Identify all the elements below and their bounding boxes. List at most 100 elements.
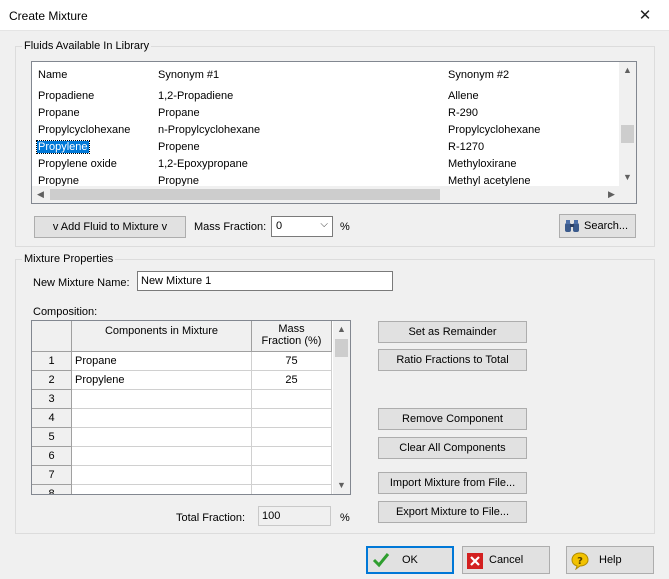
window-title: Create Mixture bbox=[9, 9, 88, 23]
scroll-left-icon[interactable]: ◀ bbox=[32, 189, 49, 200]
list-item-selected[interactable]: Propylene Propene R-1270 bbox=[32, 139, 620, 156]
grid-header-component[interactable]: Components in Mixture bbox=[72, 321, 252, 352]
mass-fraction-label: Mass Fraction: bbox=[194, 221, 267, 233]
grid-corner-header bbox=[32, 321, 72, 352]
row-number[interactable]: 7 bbox=[32, 466, 72, 485]
total-percent-unit: % bbox=[340, 512, 350, 524]
component-cell[interactable]: Propane bbox=[72, 352, 252, 371]
composition-grid[interactable]: Components in Mixture Mass Fraction (%) … bbox=[31, 320, 351, 495]
scroll-thumb[interactable] bbox=[335, 339, 348, 357]
fraction-cell[interactable] bbox=[252, 390, 332, 409]
fraction-cell[interactable] bbox=[252, 466, 332, 485]
component-cell[interactable] bbox=[72, 390, 252, 409]
row-number[interactable]: 3 bbox=[32, 390, 72, 409]
fluid-synonym-2: R-290 bbox=[448, 107, 478, 119]
fluid-synonym-2: Propylcyclohexane bbox=[448, 124, 541, 136]
row-number[interactable]: 4 bbox=[32, 409, 72, 428]
scroll-thumb[interactable] bbox=[621, 125, 634, 143]
fraction-cell[interactable]: 75 bbox=[252, 352, 332, 371]
component-cell[interactable]: Propylene bbox=[72, 371, 252, 390]
list-item[interactable]: Propylene oxide 1,2-Epoxypropane Methylo… bbox=[32, 156, 620, 173]
row-number[interactable]: 2 bbox=[32, 371, 72, 390]
fraction-cell[interactable] bbox=[252, 485, 332, 494]
fraction-cell[interactable]: 25 bbox=[252, 371, 332, 390]
mass-fraction-combo[interactable]: 0 ⌵ bbox=[271, 216, 333, 237]
total-fraction-field: 100 bbox=[258, 506, 331, 526]
column-header-synonym-1[interactable]: Synonym #1 bbox=[158, 69, 219, 81]
library-horizontal-scrollbar[interactable]: ◀ ▶ bbox=[32, 186, 620, 203]
total-fraction-label: Total Fraction: bbox=[176, 512, 246, 524]
clear-all-components-button[interactable]: Clear All Components bbox=[378, 437, 527, 459]
mixture-name-label: New Mixture Name: bbox=[33, 277, 130, 289]
remove-component-button[interactable]: Remove Component bbox=[378, 408, 527, 430]
grid-header-mass-line1: Mass bbox=[278, 323, 305, 335]
cancel-label: Cancel bbox=[489, 554, 524, 566]
scroll-down-icon[interactable]: ▼ bbox=[619, 172, 636, 182]
fluid-synonym-1: 1,2-Propadiene bbox=[158, 90, 234, 102]
list-item[interactable]: Propane Propane R-290 bbox=[32, 105, 620, 122]
fraction-cell[interactable] bbox=[252, 409, 332, 428]
library-vertical-scrollbar[interactable]: ▲ ▼ bbox=[619, 62, 636, 186]
binoculars-icon bbox=[565, 220, 579, 232]
fluid-name: Propane bbox=[38, 107, 80, 119]
component-cell[interactable] bbox=[72, 428, 252, 447]
component-cell[interactable] bbox=[72, 466, 252, 485]
row-number[interactable]: 6 bbox=[32, 447, 72, 466]
scroll-right-icon[interactable]: ▶ bbox=[603, 189, 620, 200]
fraction-cell[interactable] bbox=[252, 428, 332, 447]
scroll-up-icon[interactable]: ▲ bbox=[333, 324, 350, 334]
fluid-synonym-2: Allene bbox=[448, 90, 479, 102]
close-icon[interactable]: ✕ bbox=[630, 5, 660, 27]
cancel-x-icon bbox=[467, 553, 483, 569]
export-mixture-button[interactable]: Export Mixture to File... bbox=[378, 501, 527, 523]
mixture-group-label: Mixture Properties bbox=[24, 253, 114, 265]
search-button-label: Search... bbox=[584, 220, 629, 232]
row-number[interactable]: 1 bbox=[32, 352, 72, 371]
row-number[interactable]: 8 bbox=[32, 485, 72, 494]
help-button[interactable]: ? Help bbox=[566, 546, 654, 574]
chevron-down-icon[interactable]: ⌵ bbox=[320, 219, 328, 230]
import-mixture-button[interactable]: Import Mixture from File... bbox=[378, 472, 527, 494]
fluid-name: Propadiene bbox=[38, 90, 95, 102]
svg-text:?: ? bbox=[577, 556, 583, 567]
ok-label: OK bbox=[402, 554, 418, 566]
check-icon bbox=[372, 553, 390, 568]
fluid-synonym-1: 1,2-Epoxypropane bbox=[158, 158, 248, 170]
grid-vertical-scrollbar[interactable]: ▲ ▼ bbox=[333, 321, 350, 494]
percent-unit: % bbox=[340, 221, 350, 233]
column-header-synonym-2[interactable]: Synonym #2 bbox=[448, 69, 509, 81]
scroll-up-icon[interactable]: ▲ bbox=[619, 65, 636, 75]
column-header-name[interactable]: Name bbox=[38, 69, 67, 81]
library-list-header: Name Synonym #1 Synonym #2 bbox=[32, 62, 620, 88]
help-label: Help bbox=[599, 554, 622, 566]
scroll-down-icon[interactable]: ▼ bbox=[333, 480, 350, 490]
mixture-name-input[interactable]: New Mixture 1 bbox=[137, 271, 393, 291]
help-bubble-icon: ? bbox=[571, 552, 589, 570]
fluid-synonym-1: Propane bbox=[158, 107, 200, 119]
grid-header-mass-fraction[interactable]: Mass Fraction (%) bbox=[252, 321, 332, 352]
fluid-synonym-2: R-1270 bbox=[448, 141, 485, 153]
list-item[interactable]: Propylcyclohexane n-Propylcyclohexane Pr… bbox=[32, 122, 620, 139]
composition-label: Composition: bbox=[33, 306, 98, 318]
fraction-cell[interactable] bbox=[252, 447, 332, 466]
mixture-name-value: New Mixture 1 bbox=[141, 275, 212, 287]
fluid-library-list[interactable]: Name Synonym #1 Synonym #2 Propadiene 1,… bbox=[31, 61, 637, 204]
scroll-thumb[interactable] bbox=[50, 189, 440, 200]
component-cell[interactable] bbox=[72, 485, 252, 494]
grid-header-mass-line2: Fraction (%) bbox=[261, 335, 322, 347]
component-cell[interactable] bbox=[72, 409, 252, 428]
ok-button[interactable]: OK bbox=[366, 546, 454, 574]
scrollbar-corner bbox=[619, 186, 636, 203]
list-item[interactable]: Propadiene 1,2-Propadiene Allene bbox=[32, 88, 620, 105]
fluid-synonym-1: n-Propylcyclohexane bbox=[158, 124, 261, 136]
row-number[interactable]: 5 bbox=[32, 428, 72, 447]
ratio-fractions-button[interactable]: Ratio Fractions to Total bbox=[378, 349, 527, 371]
library-group-label: Fluids Available In Library bbox=[24, 40, 150, 52]
cancel-button[interactable]: Cancel bbox=[462, 546, 550, 574]
fluid-synonym-2: Methyloxirane bbox=[448, 158, 517, 170]
add-fluid-to-mixture-button[interactable]: v Add Fluid to Mixture v bbox=[34, 216, 186, 238]
component-cell[interactable] bbox=[72, 447, 252, 466]
fluid-name: Propylene oxide bbox=[38, 158, 117, 170]
set-as-remainder-button[interactable]: Set as Remainder bbox=[378, 321, 527, 343]
search-button[interactable]: Search... bbox=[559, 214, 636, 238]
